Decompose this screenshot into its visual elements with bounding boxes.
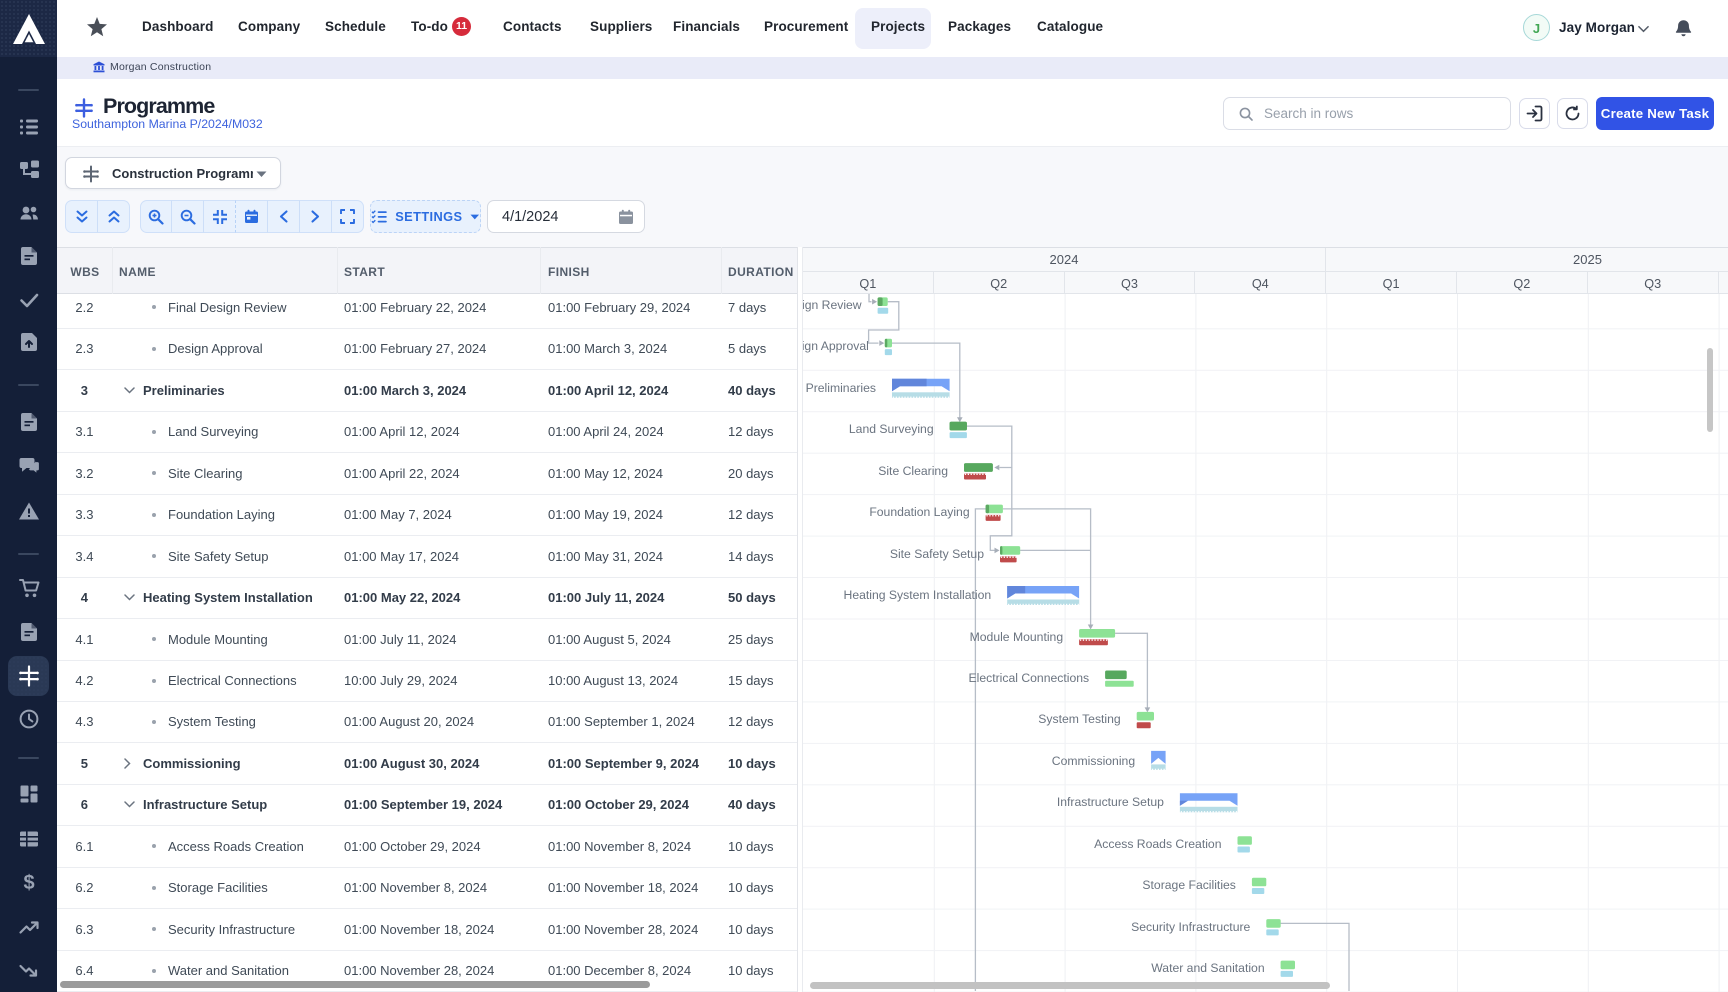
svg-text:$: $ — [23, 872, 34, 894]
